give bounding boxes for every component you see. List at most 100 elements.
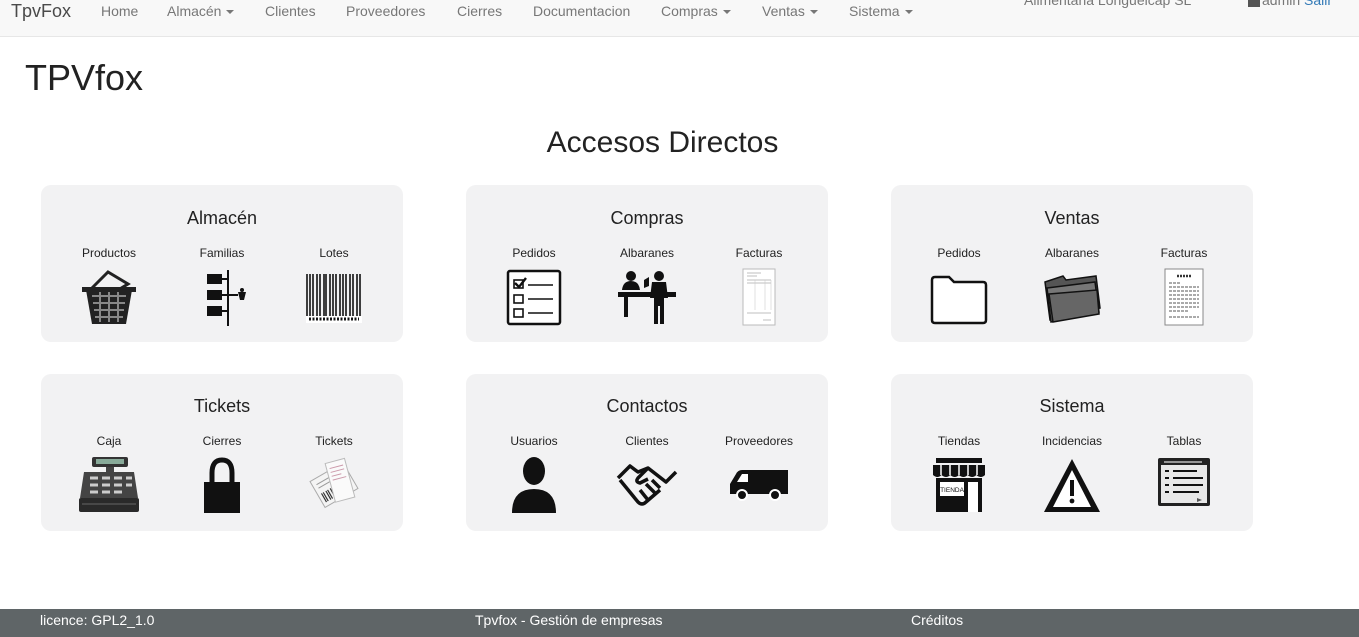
nav-label: Almacén [167,3,222,19]
card-almacen: Almacén Productos Familias Lotes [41,185,403,342]
nav-label: Cierres [457,3,503,19]
footer-tagline: Tpvfox - Gestión de empresas [475,612,663,628]
shortcut-label: Albaranes [619,246,675,260]
shortcut-label: Lotes [319,246,349,260]
shortcut-label: Proveedores [724,434,794,448]
nav-label: Proveedores [346,3,426,19]
card-compras: Compras Pedidos Albaranes Facturas [466,185,828,342]
card-sistema: Sistema Tiendas TIENDA Incidencias Tabla… [891,374,1253,531]
lock-icon [191,456,253,514]
caret-down-icon [809,10,818,15]
folder-icon [928,268,990,326]
document-icon [1153,268,1215,326]
card-title: Contactos [606,396,688,416]
shortcut-ventas-facturas[interactable]: Facturas [1139,246,1229,326]
shortcut-cierres[interactable]: Cierres [177,434,267,514]
brand-link[interactable]: TpvFox [11,1,71,22]
shortcut-label: Cierres [202,434,242,448]
nav-clientes[interactable]: Clientes [265,3,316,19]
shortcut-lotes[interactable]: Lotes [289,246,379,326]
nav-almacen-dropdown[interactable]: Almacén [167,3,235,19]
card-title: Ventas [1044,208,1100,228]
top-navbar: TpvFox Home Almacén Clientes Proveedores… [0,0,1359,37]
nav-proveedores[interactable]: Proveedores [346,3,425,19]
tree-icon [191,268,253,326]
basket-icon [78,268,140,326]
section-title: Accesos Directos [546,126,779,159]
card-title: Compras [610,208,684,228]
card-contactos: Contactos Usuarios Clientes Proveedores [466,374,828,531]
shortcut-label: Pedidos [937,246,981,260]
shortcut-ventas-albaranes[interactable]: Albaranes [1027,246,1117,326]
shortcut-label: Usuarios [510,434,558,448]
shortcut-label: Albaranes [1044,246,1100,260]
shortcut-label: Caja [96,434,122,448]
logout-link[interactable]: Salir [1304,0,1332,8]
username: admin [1262,0,1301,8]
user-menu: admin Salir [1248,0,1332,8]
shortcut-label: Tiendas [937,434,981,448]
shortcut-usuarios[interactable]: Usuarios [489,434,579,514]
shortcut-familias[interactable]: Familias [177,246,267,326]
card-title: Almacén [186,208,258,228]
shortcut-tablas[interactable]: Tablas [1139,434,1229,514]
warning-icon [1041,456,1103,514]
nav-documentacion[interactable]: Documentacion [533,3,630,19]
user-icon [1248,0,1260,8]
handshake-icon [616,456,678,514]
shortcut-label: Familias [199,246,245,260]
nav-sistema-dropdown[interactable]: Sistema [849,3,913,19]
store-icon: TIENDA [928,456,990,514]
shortcut-incidencias[interactable]: Incidencias [1027,434,1117,514]
nav-label: Documentacion [533,3,631,19]
receipt-icon [303,456,365,514]
shortcut-compras-facturas[interactable]: Facturas [714,246,804,326]
shortcut-label: Pedidos [512,246,556,260]
shortcut-compras-pedidos[interactable]: Pedidos [489,246,579,326]
caret-down-icon [226,10,235,15]
shortcut-ventas-pedidos[interactable]: Pedidos [914,246,1004,326]
nav-cierres[interactable]: Cierres [457,3,502,19]
user-icon [503,456,565,514]
nav-compras-dropdown[interactable]: Compras [661,3,731,19]
footer-credits-link[interactable]: Créditos [911,612,963,628]
card-ventas: Ventas Pedidos Albaranes Facturas [891,185,1253,342]
shortcut-caja[interactable]: Caja [64,434,154,514]
folders-icon [1041,268,1103,326]
table-window-icon [1153,456,1215,514]
checklist-icon [503,268,565,326]
counter-icon [616,268,678,326]
store-sign-text: TIENDA [940,487,965,494]
shortcut-tickets[interactable]: Tickets [289,434,379,514]
cash-register-icon [78,456,140,514]
shortcut-contactos-proveedores[interactable]: Proveedores [714,434,804,514]
nav-label: Sistema [849,3,900,19]
caret-down-icon [904,10,913,15]
shortcut-compras-albaranes[interactable]: Albaranes [602,246,692,326]
shortcut-tiendas[interactable]: Tiendas TIENDA [914,434,1004,514]
nav-home[interactable]: Home [101,3,138,19]
nav-label: Compras [661,3,718,19]
nav-ventas-dropdown[interactable]: Ventas [762,3,818,19]
barcode-icon [303,268,365,326]
shortcut-productos[interactable]: Productos [64,246,154,326]
nav-label: Clientes [265,3,316,19]
footer-licence: licence: GPL2_1.0 [40,612,155,628]
shortcut-label: Productos [81,246,137,260]
page-title: TPVfox [25,57,144,98]
shortcut-label: Incidencias [1041,434,1103,448]
shortcut-label: Tickets [315,434,353,448]
van-icon [728,456,790,514]
card-tickets: Tickets Caja Cierres Tickets [41,374,403,531]
card-title: Sistema [1039,396,1105,416]
store-name: Alimentaria Longueicap SL [1024,0,1192,8]
shortcut-contactos-clientes[interactable]: Clientes [602,434,692,514]
shortcut-label: Clientes [625,434,669,448]
footer: licence: GPL2_1.0 Tpvfox - Gestión de em… [0,609,1359,637]
nav-label: Ventas [762,3,805,19]
shortcut-label: Facturas [735,246,783,260]
caret-down-icon [722,10,731,15]
invoice-icon [728,268,790,326]
nav-label: Home [101,3,139,19]
shortcut-label: Facturas [1160,246,1208,260]
